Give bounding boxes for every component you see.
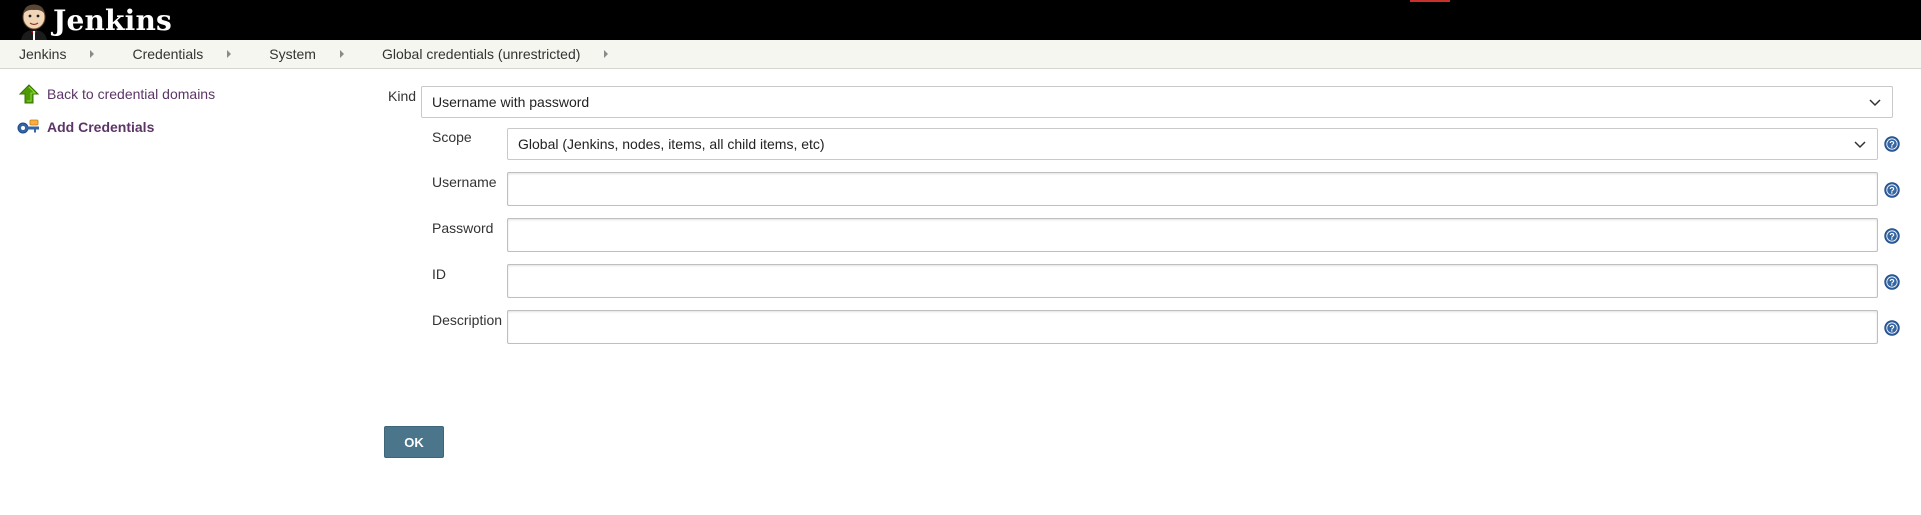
side-panel: Back to credential domains Add Credentia…: [17, 84, 337, 150]
task-add-credentials[interactable]: Add Credentials: [17, 117, 337, 137]
scope-select[interactable]: Global (Jenkins, nodes, items, all child…: [507, 128, 1878, 160]
key-icon: [17, 119, 39, 134]
username-help-icon[interactable]: ?: [1884, 182, 1900, 198]
scope-label: Scope: [432, 129, 472, 145]
username-field[interactable]: [507, 172, 1878, 206]
breadcrumb-item-global-credentials: Global credentials (unrestricted): [382, 46, 609, 62]
breadcrumb-item-jenkins: Jenkins: [19, 46, 132, 62]
scope-selected-value: Global (Jenkins, nodes, items, all child…: [518, 136, 825, 152]
id-help-icon[interactable]: ?: [1884, 274, 1900, 290]
description-help-icon[interactable]: ?: [1884, 320, 1900, 336]
kind-select[interactable]: Username with password: [421, 86, 1893, 118]
password-label: Password: [432, 220, 494, 236]
svg-text:?: ?: [1889, 277, 1895, 287]
breadcrumb-link[interactable]: Jenkins: [19, 46, 66, 62]
description-label: Description: [432, 312, 503, 328]
chevron-down-icon: [1854, 141, 1866, 149]
kind-label: Kind: [388, 88, 417, 104]
svg-text:?: ?: [1889, 185, 1895, 195]
breadcrumb-arrow-icon[interactable]: [339, 50, 344, 58]
back-to-credential-domains-link[interactable]: Back to credential domains: [47, 86, 215, 102]
breadcrumb-arrow-icon[interactable]: [227, 50, 232, 58]
breadcrumb-link[interactable]: System: [269, 46, 316, 62]
ok-button[interactable]: OK: [384, 426, 444, 458]
description-field[interactable]: [507, 310, 1878, 344]
breadcrumb-arrow-icon[interactable]: [604, 50, 609, 58]
add-credentials-link[interactable]: Add Credentials: [47, 119, 154, 135]
task-back-to-credential-domains[interactable]: Back to credential domains: [17, 84, 337, 104]
password-field[interactable]: [507, 218, 1878, 252]
jenkins-logo[interactable]: Jenkins: [17, 2, 172, 40]
brand-title: Jenkins: [53, 4, 172, 37]
chevron-down-icon: [1869, 99, 1881, 107]
breadcrumb-link[interactable]: Credentials: [132, 46, 203, 62]
svg-text:?: ?: [1889, 139, 1895, 149]
breadcrumb-item-credentials: Credentials: [132, 46, 269, 62]
id-label: ID: [432, 266, 446, 282]
kind-selected-value: Username with password: [432, 94, 590, 110]
breadcrumb-arrow-icon[interactable]: [90, 50, 95, 58]
scope-help-icon[interactable]: ?: [1884, 136, 1900, 152]
header-bar: Jenkins: [0, 0, 1921, 40]
notification-badge[interactable]: [1410, 0, 1450, 2]
svg-text:?: ?: [1889, 231, 1895, 241]
username-label: Username: [432, 174, 497, 190]
jenkins-butler-icon: [21, 4, 47, 40]
breadcrumb-link[interactable]: Global credentials (unrestricted): [382, 46, 580, 62]
id-field[interactable]: [507, 264, 1878, 298]
breadcrumb-item-system: System: [269, 46, 382, 62]
up-arrow-icon: [18, 84, 40, 104]
password-help-icon[interactable]: ?: [1884, 228, 1900, 244]
svg-text:?: ?: [1889, 323, 1895, 333]
breadcrumb: Jenkins Credentials System Global creden…: [0, 40, 1921, 69]
